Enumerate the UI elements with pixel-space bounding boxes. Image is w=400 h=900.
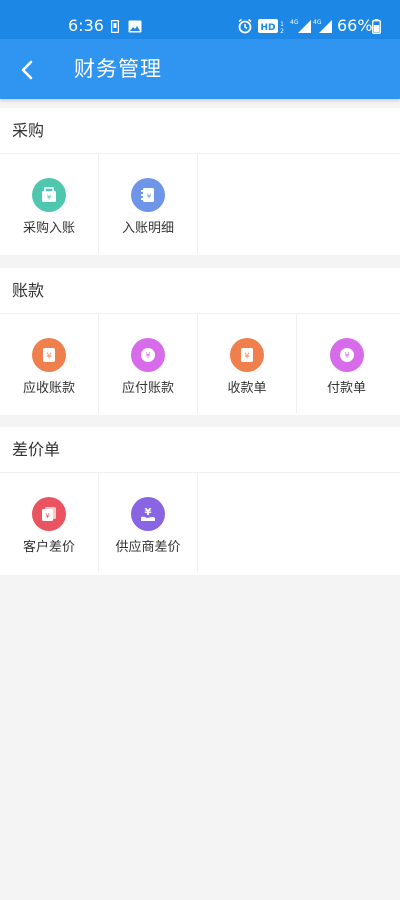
signal-4g-2-icon: 4G <box>313 18 333 34</box>
svg-text:¥: ¥ <box>145 507 152 518</box>
item-label: 付款单 <box>326 381 366 396</box>
payment-icon: ¥ <box>329 338 364 372</box>
svg-text:¥: ¥ <box>244 352 249 361</box>
signal-4g-1-icon: 4G <box>290 18 312 34</box>
status-bar: 6:36 HD 1 2 4G 4G 66% <box>0 0 400 39</box>
receipt-icon: ¥ <box>230 338 264 372</box>
status-time: 6:36 <box>68 16 104 35</box>
item-label: 供应商差价 <box>115 540 181 555</box>
payable-button[interactable]: ¥ 应付账款 <box>99 314 198 413</box>
svg-text:¥: ¥ <box>47 194 52 202</box>
svg-text:¥: ¥ <box>344 351 349 360</box>
item-label: 采购入账 <box>22 221 75 236</box>
svg-text:¥: ¥ <box>45 512 50 520</box>
section-title: 采购 <box>0 108 400 154</box>
svg-text:4G: 4G <box>290 19 299 26</box>
section-grid: ¥ 客户差价 ¥ 供应商差价 <box>0 473 400 572</box>
section-title: 差价单 <box>0 427 400 473</box>
svg-text:¥: ¥ <box>147 193 152 201</box>
chevron-left-icon <box>21 60 33 80</box>
supplier-diff-icon: ¥ <box>131 497 165 531</box>
purchase-entry-button[interactable]: ¥ 采购入账 <box>0 154 99 253</box>
battery-icon <box>371 18 381 34</box>
receipt-button[interactable]: ¥ 收款单 <box>198 314 297 413</box>
section-grid: ¥ 采购入账 ¥ 入账明细 <box>0 154 400 253</box>
app-bar: 财务管理 <box>0 39 400 99</box>
customer-diff-button[interactable]: ¥ 客户差价 <box>0 473 99 572</box>
entry-detail-icon: ¥ <box>131 178 165 212</box>
receivable-icon: ¥ <box>32 338 66 372</box>
item-label: 收款单 <box>227 381 267 396</box>
item-label: 应付账款 <box>121 381 174 396</box>
section-grid: ¥ 应收账款 ¥ 应付账款 ¥ 收款单 ¥ 付款单 <box>0 314 400 413</box>
item-label: 入账明细 <box>121 221 174 236</box>
sim-icon <box>110 18 120 34</box>
back-button[interactable] <box>14 57 40 83</box>
svg-text:HD: HD <box>260 23 275 33</box>
hd-icon: HD 1 2 <box>258 18 286 34</box>
entry-detail-button[interactable]: ¥ 入账明细 <box>99 154 198 253</box>
svg-text:4G: 4G <box>313 19 322 26</box>
supplier-diff-button[interactable]: ¥ 供应商差价 <box>99 473 198 572</box>
svg-text:2: 2 <box>280 28 284 34</box>
page-title: 财务管理 <box>74 57 162 81</box>
svg-text:¥: ¥ <box>145 351 150 360</box>
section-price-difference: 差价单 ¥ 客户差价 ¥ 供应商差价 <box>0 427 400 575</box>
section-purchase: 采购 ¥ 采购入账 ¥ 入账明细 <box>0 108 400 255</box>
payment-button[interactable]: ¥ 付款单 <box>297 314 396 413</box>
svg-text:1: 1 <box>280 21 284 28</box>
battery-percentage: 66% <box>337 16 373 35</box>
item-label: 应收账款 <box>22 381 75 396</box>
svg-text:¥: ¥ <box>46 352 51 361</box>
section-title: 账款 <box>0 268 400 314</box>
receivable-button[interactable]: ¥ 应收账款 <box>0 314 99 413</box>
section-accounts: 账款 ¥ 应收账款 ¥ 应付账款 ¥ 收款单 ¥ 付款单 <box>0 268 400 415</box>
item-label: 客户差价 <box>22 540 75 555</box>
payable-icon: ¥ <box>131 338 165 372</box>
alarm-icon <box>237 18 253 34</box>
purchase-entry-icon: ¥ <box>32 178 66 212</box>
customer-diff-icon: ¥ <box>32 497 66 531</box>
image-icon <box>128 18 142 34</box>
